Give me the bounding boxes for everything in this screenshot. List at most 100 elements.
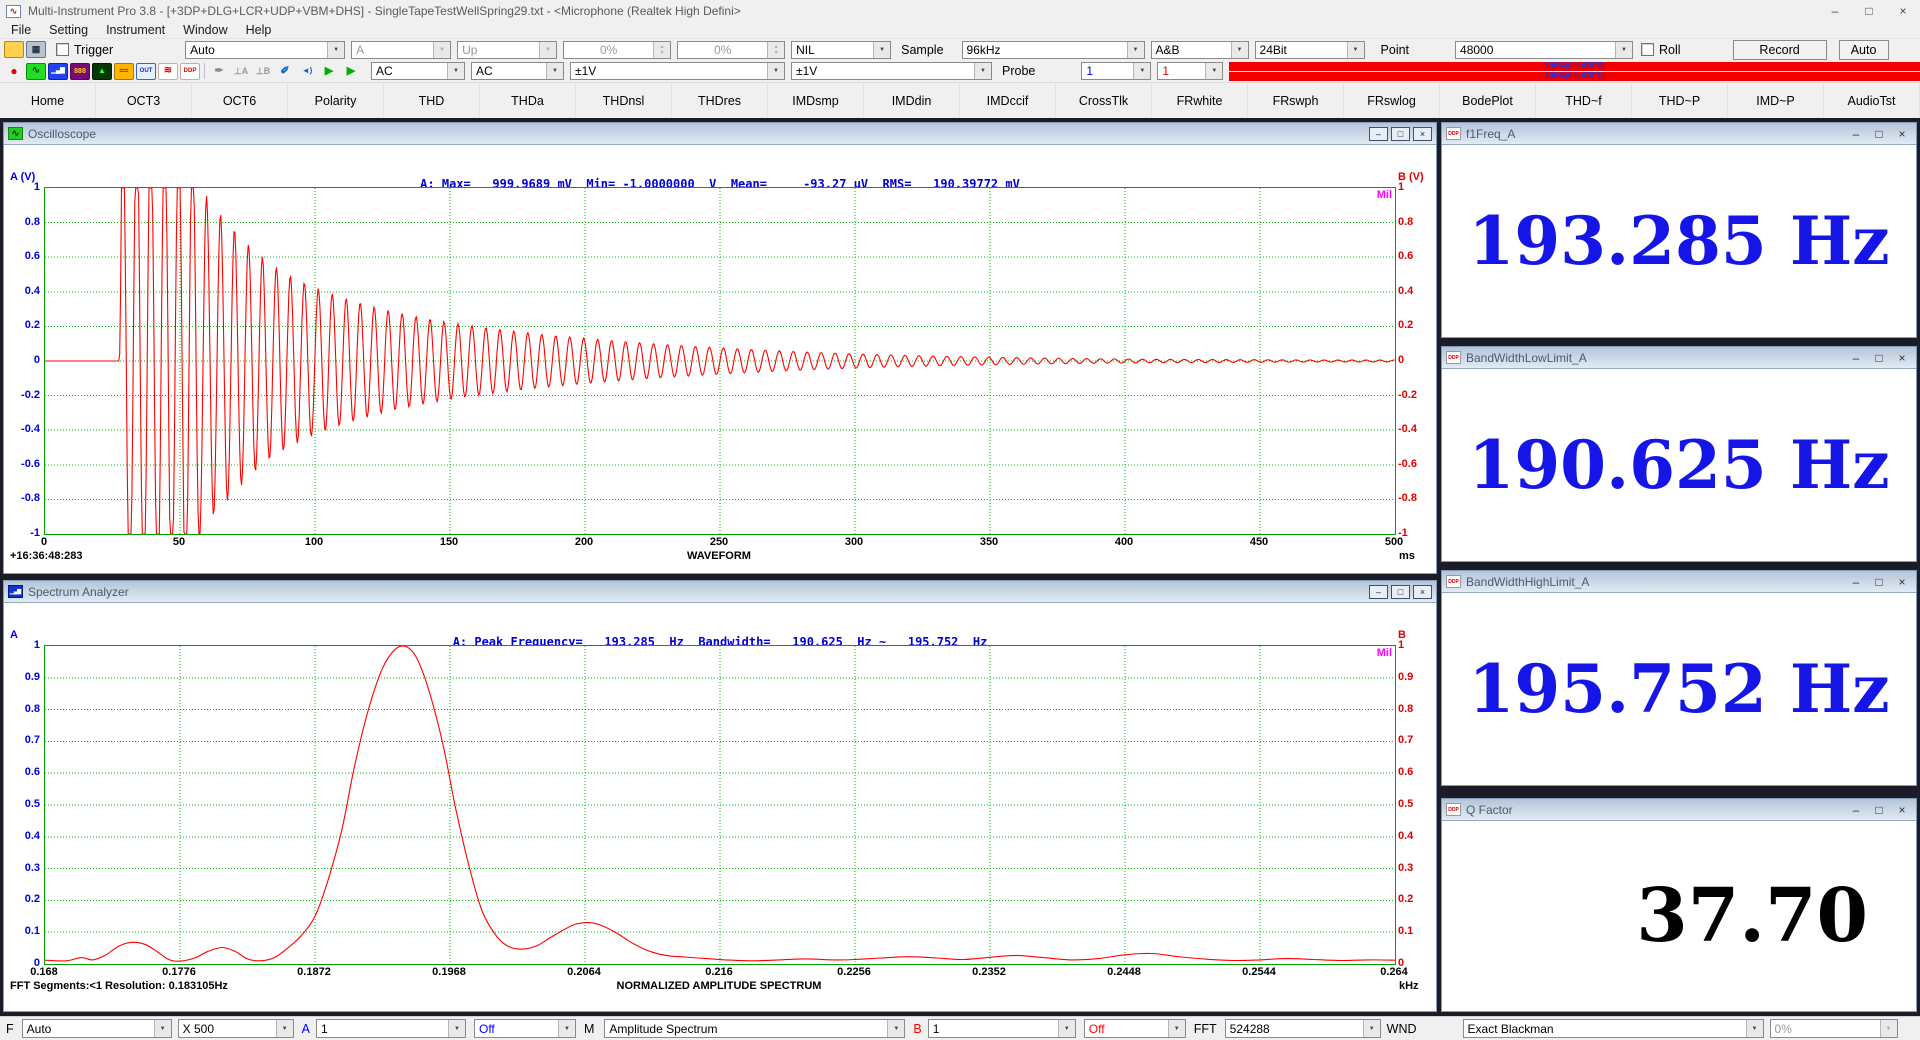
ddp-titlebar[interactable]: DDP BandWidthHighLimit_A – □ × bbox=[1442, 571, 1916, 593]
tab-imdccif[interactable]: IMDccif bbox=[960, 83, 1056, 118]
ground-b-icon[interactable]: ⊥B bbox=[253, 63, 273, 80]
fft-size-select[interactable]: 524288 bbox=[1225, 1019, 1381, 1038]
range-a-select[interactable]: ±1V bbox=[570, 62, 785, 80]
tab-thdnsl[interactable]: THDnsl bbox=[576, 83, 672, 118]
overlap-select[interactable]: 0% bbox=[1770, 1019, 1898, 1038]
dropdown-arrow-icon[interactable] bbox=[539, 42, 556, 58]
dropdown-arrow-icon[interactable] bbox=[546, 63, 563, 79]
spinner-arrows-icon[interactable] bbox=[767, 42, 784, 58]
dropdown-arrow-icon[interactable] bbox=[1615, 42, 1632, 58]
trigger-rejection-select[interactable]: NIL bbox=[791, 41, 891, 59]
x-scale-select[interactable]: Auto bbox=[22, 1019, 172, 1038]
spectrum-mode-select[interactable]: Amplitude Spectrum bbox=[604, 1019, 905, 1038]
dropdown-arrow-icon[interactable] bbox=[887, 1020, 904, 1037]
tab-oct3[interactable]: OCT3 bbox=[96, 83, 192, 118]
coupling-b-select[interactable]: AC bbox=[471, 62, 564, 80]
tab-imdsmp[interactable]: IMDsmp bbox=[768, 83, 864, 118]
dropdown-arrow-icon[interactable] bbox=[327, 42, 344, 58]
trigger-mode-select[interactable]: Auto bbox=[185, 41, 345, 59]
ddp-titlebar[interactable]: DDP f1Freq_A – □ × bbox=[1442, 123, 1916, 145]
tab-thdres[interactable]: THDres bbox=[672, 83, 768, 118]
save-icon[interactable]: ▦ bbox=[26, 41, 46, 58]
restore-button[interactable]: □ bbox=[1869, 351, 1889, 365]
dropdown-arrow-icon[interactable] bbox=[558, 1020, 575, 1037]
dropdown-arrow-icon[interactable] bbox=[154, 1020, 171, 1037]
roll-checkbox[interactable] bbox=[1641, 43, 1654, 56]
trigger-level-spinner[interactable]: 0% bbox=[563, 41, 671, 59]
probe-a-select[interactable]: 1 bbox=[1081, 62, 1151, 80]
ref-b-select[interactable]: Off bbox=[1084, 1019, 1186, 1038]
tab-bodeplot[interactable]: BodePlot bbox=[1440, 83, 1536, 118]
dropdown-arrow-icon[interactable] bbox=[1205, 63, 1222, 79]
dropdown-arrow-icon[interactable] bbox=[448, 1020, 465, 1037]
signal-generator-icon[interactable]: OUT bbox=[136, 63, 156, 80]
spinner-arrows-icon[interactable] bbox=[653, 42, 670, 58]
tab-home[interactable]: Home bbox=[0, 83, 96, 118]
sound-device-icon[interactable]: ◄) bbox=[297, 63, 317, 80]
dropdown-arrow-icon[interactable] bbox=[1231, 42, 1248, 58]
minimize-button[interactable]: – bbox=[1369, 127, 1388, 141]
menu-instrument[interactable]: Instrument bbox=[97, 23, 174, 37]
menu-window[interactable]: Window bbox=[174, 23, 236, 37]
tab-frswph[interactable]: FRswph bbox=[1248, 83, 1344, 118]
window-function-select[interactable]: Exact Blackman bbox=[1463, 1019, 1764, 1038]
dropdown-arrow-icon[interactable] bbox=[1058, 1020, 1075, 1037]
probe-calibration-icon[interactable]: ✐ bbox=[275, 63, 295, 80]
dropdown-arrow-icon[interactable] bbox=[1880, 1020, 1897, 1037]
tab-oct6[interactable]: OCT6 bbox=[192, 83, 288, 118]
close-button[interactable]: × bbox=[1413, 127, 1432, 141]
open-file-icon[interactable] bbox=[4, 41, 24, 58]
dropdown-arrow-icon[interactable] bbox=[433, 42, 450, 58]
oscilloscope-titlebar[interactable]: ∿ Oscilloscope – □ × bbox=[4, 123, 1436, 145]
minimize-button[interactable]: – bbox=[1846, 803, 1866, 817]
minimize-button[interactable]: – bbox=[1846, 575, 1866, 589]
restore-button[interactable]: □ bbox=[1869, 575, 1889, 589]
tab-audiotst[interactable]: AudioTst bbox=[1824, 83, 1920, 118]
ground-a-icon[interactable]: ⊥A bbox=[231, 63, 251, 80]
dropdown-arrow-icon[interactable] bbox=[1133, 63, 1150, 79]
record-indicator-icon[interactable]: ● bbox=[4, 63, 24, 80]
trigger-delay-spinner[interactable]: 0% bbox=[677, 41, 785, 59]
minimize-button[interactable]: – bbox=[1846, 351, 1866, 365]
spectrum-plot-area[interactable]: Mil bbox=[44, 645, 1396, 965]
auto-button[interactable]: Auto bbox=[1839, 40, 1889, 60]
tab-crosstlk[interactable]: CrossTlk bbox=[1056, 83, 1152, 118]
close-button[interactable]: × bbox=[1892, 575, 1912, 589]
tab-thd-p[interactable]: THD~P bbox=[1632, 83, 1728, 118]
menu-help[interactable]: Help bbox=[237, 23, 281, 37]
menu-setting[interactable]: Setting bbox=[40, 23, 97, 37]
dropdown-arrow-icon[interactable] bbox=[1127, 42, 1144, 58]
restore-button[interactable]: □ bbox=[1869, 803, 1889, 817]
dropdown-arrow-icon[interactable] bbox=[1363, 1020, 1380, 1037]
ref-a-select[interactable]: Off bbox=[474, 1019, 576, 1038]
spectrum-analyzer-tool-icon[interactable]: ▁▄▇ bbox=[48, 63, 68, 80]
close-button[interactable]: × bbox=[1892, 127, 1912, 141]
sampling-channels-select[interactable]: A&B bbox=[1151, 41, 1249, 59]
spectrum-analyzer-titlebar[interactable]: ▁▄▇ Spectrum Analyzer – □ × bbox=[4, 581, 1436, 603]
data-logger-icon[interactable]: ≈≈ bbox=[114, 63, 134, 80]
oscilloscope-plot-area[interactable]: Mil bbox=[44, 187, 1396, 535]
close-button[interactable]: × bbox=[1892, 803, 1912, 817]
range-b-select[interactable]: ±1V bbox=[791, 62, 992, 80]
dropdown-arrow-icon[interactable] bbox=[1746, 1020, 1763, 1037]
trigger-source-select[interactable]: A bbox=[351, 41, 451, 59]
ddp-titlebar[interactable]: DDP BandWidthLowLimit_A – □ × bbox=[1442, 347, 1916, 369]
tab-thd-f[interactable]: THD~f bbox=[1536, 83, 1632, 118]
close-button[interactable]: × bbox=[1886, 0, 1920, 22]
restore-button[interactable]: □ bbox=[1391, 127, 1410, 141]
tab-thda[interactable]: THDa bbox=[480, 83, 576, 118]
coupling-a-select[interactable]: AC bbox=[371, 62, 465, 80]
spectrum-3d-plot-icon[interactable]: ▲ bbox=[92, 63, 112, 80]
y-scale-a-select[interactable]: 1 bbox=[316, 1019, 466, 1038]
tab-imd-p[interactable]: IMD~P bbox=[1728, 83, 1824, 118]
restore-button[interactable]: □ bbox=[1391, 585, 1410, 599]
ddp-titlebar[interactable]: DDP Q Factor – □ × bbox=[1442, 799, 1916, 821]
maximize-button[interactable]: □ bbox=[1852, 0, 1886, 22]
ddp-viewer-icon[interactable]: DDP bbox=[180, 63, 200, 80]
run-icon[interactable]: ▶ bbox=[319, 63, 339, 80]
probe-b-select[interactable]: 1 bbox=[1157, 62, 1223, 80]
minimize-button[interactable]: – bbox=[1846, 127, 1866, 141]
close-button[interactable]: × bbox=[1413, 585, 1432, 599]
ink-signature-icon[interactable]: ✒ bbox=[209, 63, 229, 80]
multimeter-tool-icon[interactable]: 888 bbox=[70, 63, 90, 80]
